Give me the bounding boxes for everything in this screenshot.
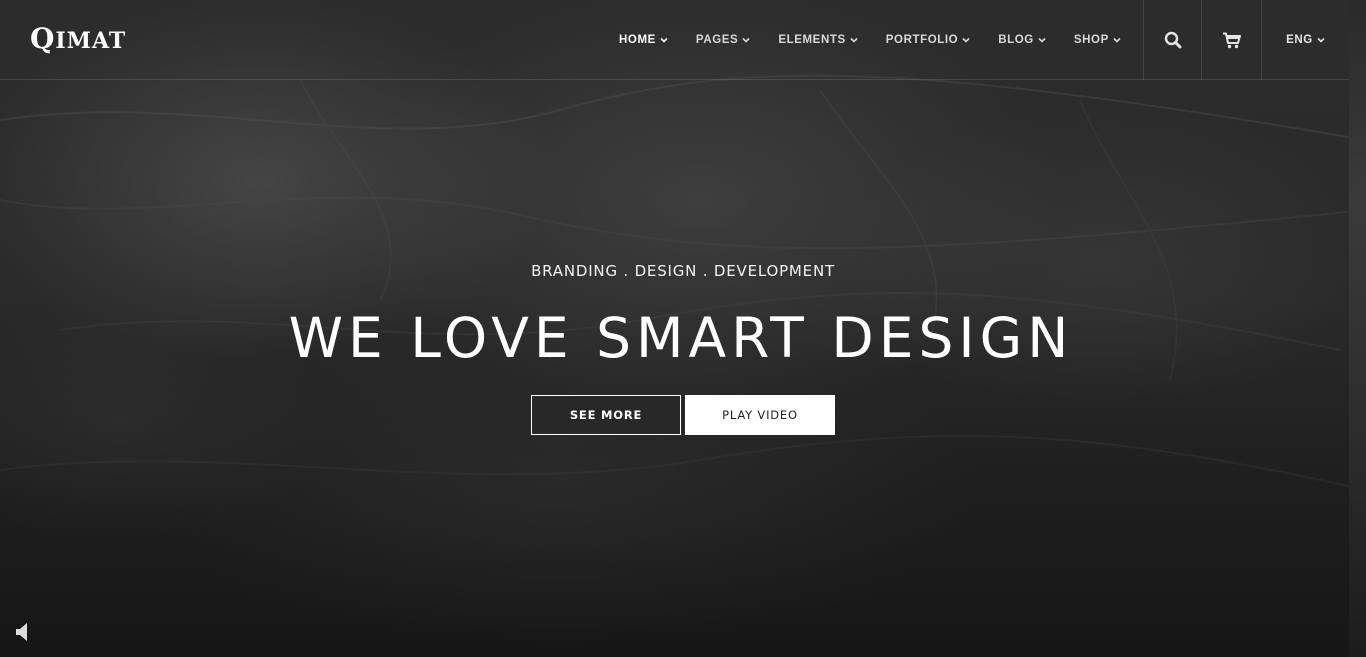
chevron-down-icon [1038, 37, 1046, 43]
main-nav: HOME PAGES ELEMENTS PORTFOLIO BLOG SHOP [605, 0, 1135, 80]
hero-headline: WE LOVE SMART DESIGN [288, 306, 1074, 370]
language-selector[interactable]: ENG [1261, 0, 1349, 80]
nav-item-shop[interactable]: SHOP [1060, 34, 1135, 46]
chevron-down-icon [1317, 37, 1325, 43]
chevron-down-icon [742, 37, 750, 43]
nav-item-label: HOME [619, 34, 656, 46]
search-icon [1164, 31, 1181, 49]
cart-button[interactable] [1201, 0, 1261, 80]
chevron-down-icon [962, 37, 970, 43]
chevron-down-icon [1113, 37, 1121, 43]
see-more-button[interactable]: SEE MORE [531, 395, 681, 435]
header-actions: ENG [1143, 0, 1349, 80]
logo-initial: Q [30, 22, 56, 55]
nav-item-elements[interactable]: ELEMENTS [764, 34, 871, 46]
site-header: QIMAT HOME PAGES ELEMENTS PORTFOLIO BLOG [0, 0, 1349, 80]
chevron-down-icon [850, 37, 858, 43]
nav-item-label: PAGES [695, 34, 739, 46]
nav-item-pages[interactable]: PAGES [682, 34, 764, 46]
hero-tagline: BRANDING . DESIGN . DEVELOPMENT [531, 262, 835, 280]
search-button[interactable] [1143, 0, 1201, 80]
page: QIMAT HOME PAGES ELEMENTS PORTFOLIO BLOG [0, 0, 1366, 657]
logo-rest: IMAT [55, 28, 127, 54]
nav-item-home[interactable]: HOME [605, 34, 682, 46]
cart-icon [1223, 32, 1241, 48]
play-video-button[interactable]: PLAY VIDEO [685, 395, 835, 435]
nav-item-label: SHOP [1073, 34, 1109, 46]
logo[interactable]: QIMAT [30, 22, 126, 55]
speaker-icon[interactable] [14, 621, 34, 643]
nav-item-label: PORTFOLIO [885, 34, 959, 46]
nav-item-portfolio[interactable]: PORTFOLIO [872, 34, 984, 46]
nav-item-blog[interactable]: BLOG [984, 34, 1060, 46]
nav-item-label: ELEMENTS [778, 34, 846, 46]
nav-item-label: BLOG [998, 34, 1034, 46]
chevron-down-icon [660, 37, 668, 43]
language-label: ENG [1286, 34, 1313, 46]
